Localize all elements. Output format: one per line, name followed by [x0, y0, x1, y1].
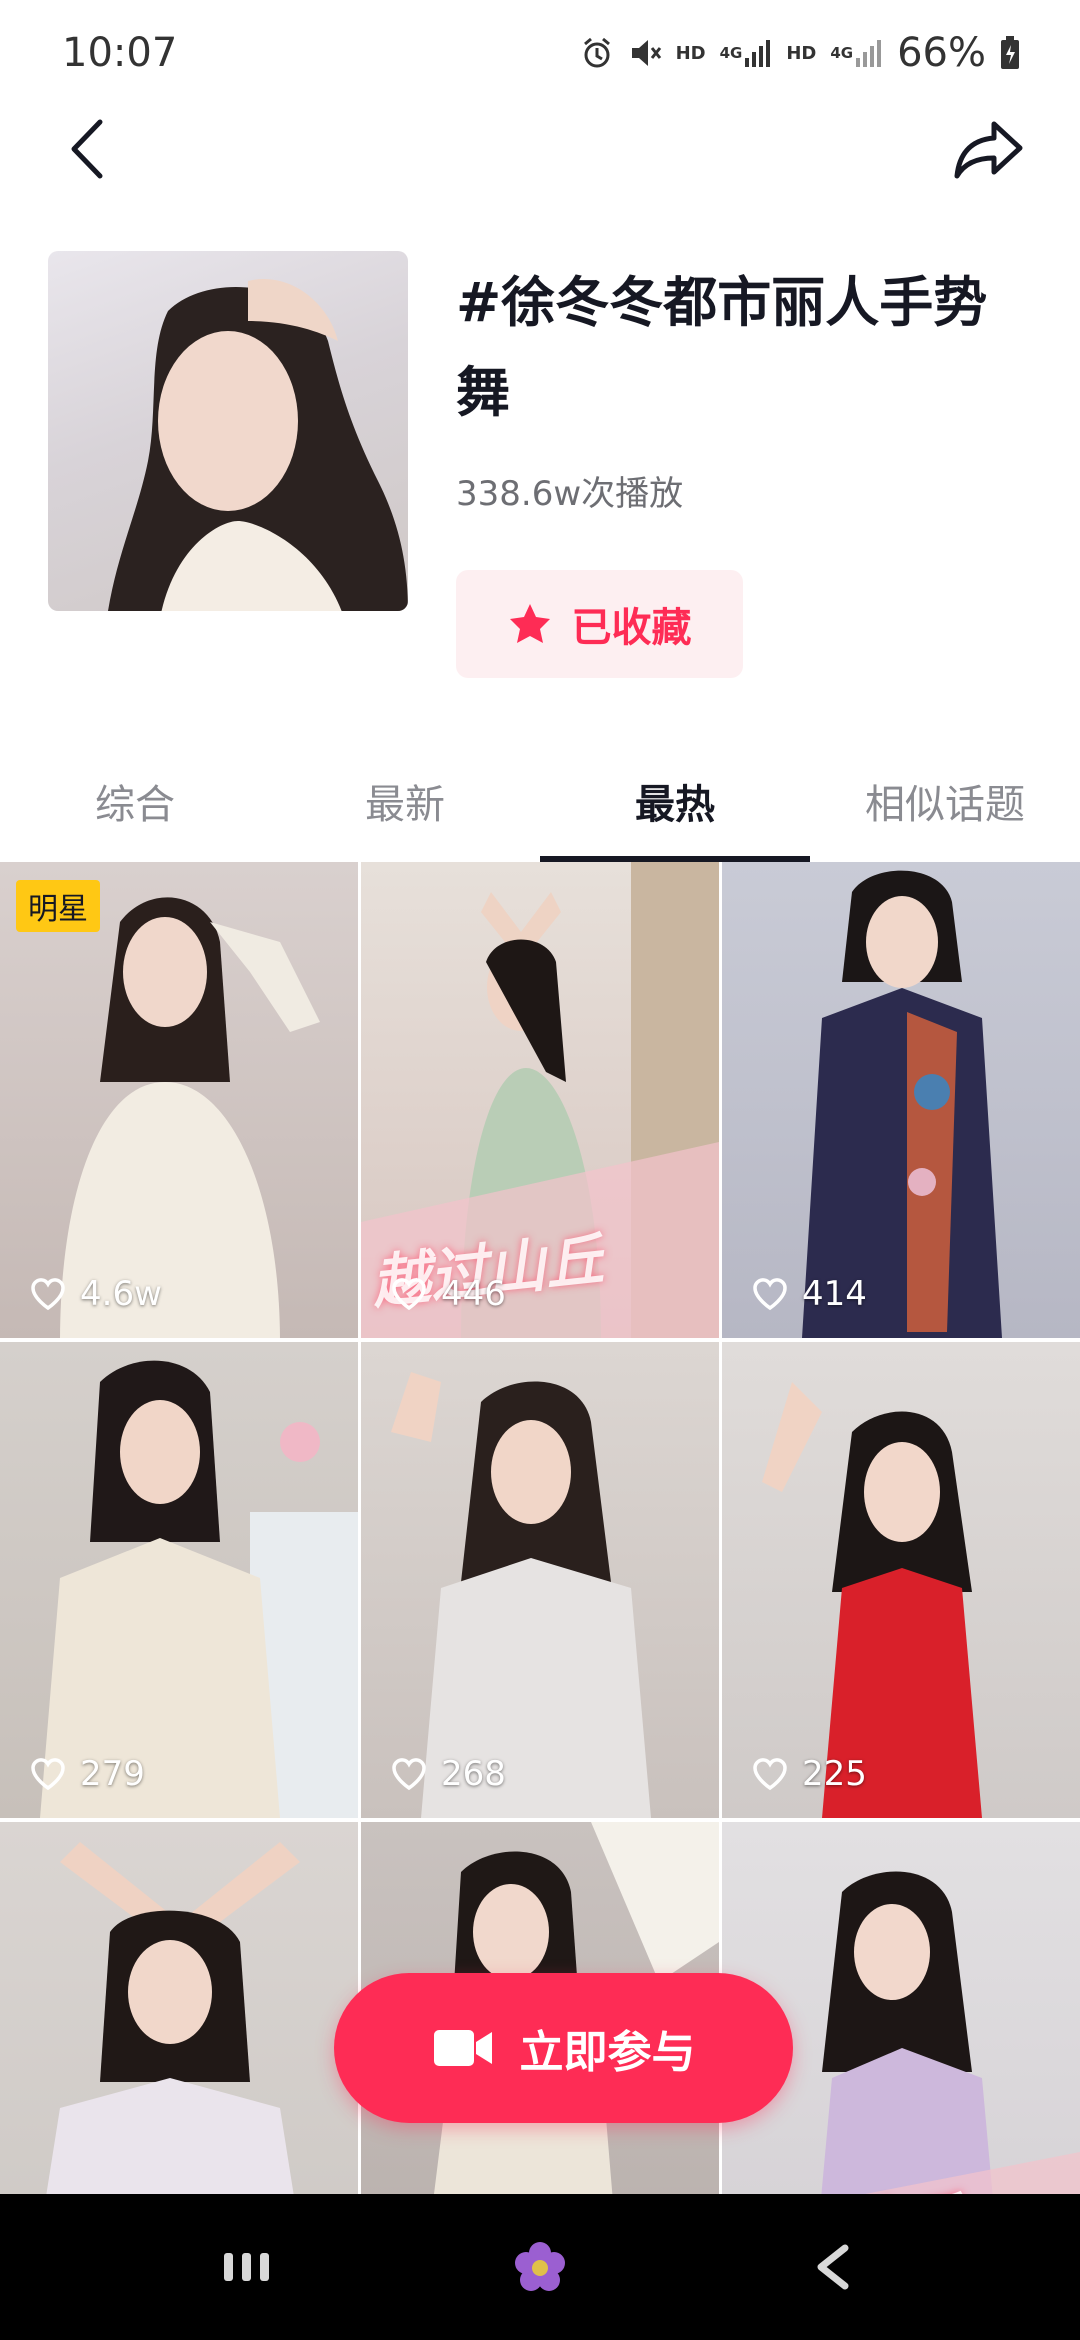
participate-now-label: 立即参与	[519, 2027, 696, 2078]
like-count-value: 4.6w	[80, 1274, 162, 1314]
like-count: 414	[752, 1274, 867, 1314]
battery-icon	[1000, 36, 1020, 70]
video-thumbnail	[40, 1360, 358, 1818]
tab-latest[interactable]: 最新	[270, 740, 540, 862]
celebrity-badge: 明星	[16, 880, 100, 932]
top-nav	[0, 100, 1080, 200]
heart-icon	[753, 1758, 787, 1791]
chevron-left-icon	[71, 119, 103, 179]
topic-cover-image	[48, 251, 408, 611]
heart-icon	[31, 1758, 65, 1791]
like-count: 446	[391, 1274, 506, 1314]
like-count: 279	[30, 1754, 145, 1794]
heart-icon	[31, 1278, 65, 1311]
back-nav-button[interactable]	[773, 2222, 893, 2312]
back-arrow-icon	[817, 2244, 849, 2290]
tab-hottest[interactable]: 最热	[540, 740, 810, 862]
share-button[interactable]	[952, 114, 1026, 184]
tab-label: 相似话题	[865, 782, 1025, 828]
like-count-value: 414	[802, 1274, 867, 1314]
video-card[interactable]: 明星 4.6w	[0, 862, 358, 1338]
favorited-button[interactable]: 已收藏	[456, 570, 743, 678]
back-button[interactable]	[60, 114, 120, 184]
home-button[interactable]	[480, 2222, 600, 2312]
topic-title: #徐冬冬都市丽人手势舞	[456, 271, 988, 424]
video-thumbnail	[802, 870, 1002, 1338]
recent-apps-icon	[223, 2253, 269, 2281]
status-bar: 10:07 HD 4G HD 4G 66%	[0, 0, 1080, 106]
net-label-1: 4G	[719, 44, 743, 62]
hd-label-2: HD	[786, 42, 817, 64]
net-label-2: 4G	[830, 44, 854, 62]
like-count-value: 446	[441, 1274, 506, 1314]
video-card[interactable]: 225	[722, 1342, 1080, 1818]
video-thumbnail	[762, 1382, 982, 1818]
signal-icon-2: 4G	[830, 38, 883, 68]
signal-icon-1: 4G	[720, 38, 773, 68]
like-count-value: 279	[80, 1754, 145, 1794]
video-card[interactable]: 越过山丘 446	[361, 862, 719, 1338]
participate-now-button[interactable]: 立即参与	[334, 1973, 793, 2123]
tab-label: 最热	[635, 782, 715, 828]
like-count: 225	[752, 1754, 867, 1794]
flower-home-icon	[514, 2242, 565, 2291]
system-navigation-bar	[0, 2194, 1080, 2340]
status-icons: HD 4G HD 4G 66%	[580, 30, 1020, 76]
play-count: 338.6w次播放	[456, 474, 684, 514]
video-card[interactable]: 414	[722, 862, 1080, 1338]
heart-icon	[392, 1278, 426, 1311]
video-card[interactable]: 279	[0, 1342, 358, 1818]
video-thumbnail	[46, 1842, 300, 2194]
alarm-icon	[580, 36, 614, 70]
video-camera-icon	[433, 2030, 492, 2066]
recent-apps-button[interactable]	[187, 2222, 307, 2312]
tab-label: 综合	[95, 782, 175, 828]
video-card[interactable]: 268	[361, 1342, 719, 1818]
tab-similar-topics[interactable]: 相似话题	[810, 740, 1080, 862]
like-count: 268	[391, 1754, 506, 1794]
video-thumbnail	[60, 897, 320, 1338]
like-count-value: 225	[802, 1754, 867, 1794]
star-icon	[509, 604, 550, 643]
status-time: 10:07	[62, 30, 178, 76]
tab-comprehensive[interactable]: 综合	[0, 740, 270, 862]
like-count: 4.6w	[30, 1274, 162, 1314]
share-arrow-icon	[954, 121, 1023, 179]
heart-icon	[753, 1278, 787, 1311]
hd-label-1: HD	[675, 42, 706, 64]
video-card[interactable]	[0, 1822, 358, 2194]
tab-label: 最新	[365, 782, 445, 828]
like-count-value: 268	[441, 1754, 506, 1794]
heart-icon	[392, 1758, 426, 1791]
favorited-label: 已收藏	[571, 605, 692, 651]
video-thumbnail	[391, 1372, 651, 1818]
battery-percent: 66%	[897, 30, 986, 76]
tab-bar: 综合 最新 最热 相似话题	[0, 740, 1080, 862]
mute-icon	[628, 36, 662, 70]
